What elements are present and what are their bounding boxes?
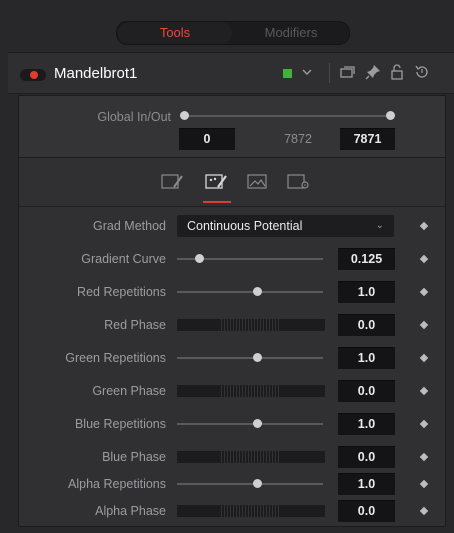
chevron-down-icon: ⌄ — [375, 220, 384, 231]
grad-method-value: Continuous Potential — [187, 219, 303, 233]
alpha-repetitions-slider-handle[interactable] — [253, 479, 263, 488]
red-repetitions-label: Red Repetitions — [77, 285, 166, 299]
red-repetitions-field[interactable]: 1.0 — [338, 281, 395, 303]
controls-section: Grad Method Continuous Potential ⌄ Gradi… — [18, 157, 446, 527]
global-inout-section: Global In/Out 0 7872 7871 — [18, 95, 446, 159]
green-repetitions-label: Green Repetitions — [65, 351, 166, 365]
tab-tools[interactable]: Tools — [118, 22, 232, 44]
tools-modifiers-switch: Tools Modifiers — [116, 21, 350, 45]
global-inout-end-handle[interactable] — [386, 111, 395, 120]
keyframe-diamond-icon[interactable] — [419, 419, 429, 429]
global-inout-duration: 7872 — [284, 132, 312, 146]
alpha-phase-field[interactable]: 0.0 — [338, 500, 395, 522]
alpha-phase-label: Alpha Phase — [95, 504, 166, 518]
reset-icon[interactable] — [413, 63, 431, 81]
color-tab-icon[interactable] — [203, 170, 231, 194]
gradient-curve-label: Gradient Curve — [81, 252, 166, 266]
blue-repetitions-slider[interactable] — [177, 423, 323, 425]
gradient-curve-slider-handle[interactable] — [194, 254, 204, 263]
header-divider — [329, 63, 330, 83]
keyframe-diamond-icon[interactable] — [419, 452, 429, 462]
keyframe-diamond-icon[interactable] — [419, 287, 429, 297]
blue-phase-field[interactable]: 0.0 — [338, 446, 395, 468]
alpha-repetitions-field[interactable]: 1.0 — [338, 473, 395, 495]
keyframe-diamond-icon[interactable] — [419, 254, 429, 264]
global-out-field[interactable]: 7871 — [340, 128, 395, 150]
active-tab-indicator — [203, 201, 231, 203]
grad-method-dropdown[interactable]: Continuous Potential ⌄ — [177, 215, 394, 237]
green-phase-label: Green Phase — [92, 384, 166, 398]
global-inout-range-slider[interactable] — [185, 115, 391, 117]
grad-method-label: Grad Method — [93, 219, 166, 233]
blue-phase-thumbwheel-grip[interactable] — [177, 451, 325, 463]
green-repetitions-row: Green Repetitions 1.0 — [19, 344, 445, 372]
lock-icon[interactable] — [388, 63, 406, 81]
blue-phase-label: Blue Phase — [102, 450, 166, 464]
settings-tab-icon[interactable] — [285, 170, 313, 194]
controls-tab-icon[interactable] — [159, 170, 187, 194]
toggle-icon — [30, 71, 38, 79]
keyframe-diamond-icon[interactable] — [419, 221, 429, 231]
red-repetitions-slider-handle[interactable] — [253, 287, 263, 296]
green-phase-field[interactable]: 0.0 — [338, 380, 395, 402]
color-swatch-icon[interactable] — [283, 69, 292, 78]
blue-repetitions-row: Blue Repetitions 1.0 — [19, 410, 445, 438]
green-phase-row: Green Phase 0.0 — [19, 377, 445, 405]
blue-repetitions-label: Blue Repetitions — [74, 417, 166, 431]
tab-modifiers[interactable]: Modifiers — [235, 22, 347, 44]
alpha-repetitions-row: Alpha Repetitions 1.0 — [19, 470, 445, 498]
keyframe-diamond-icon[interactable] — [419, 506, 429, 516]
red-phase-label: Red Phase — [104, 318, 166, 332]
alpha-phase-thumbwheel-grip[interactable] — [177, 505, 325, 517]
gradient-curve-row: Gradient Curve 0.125 — [19, 245, 445, 273]
control-tab-bar — [19, 158, 445, 207]
keyframe-diamond-icon[interactable] — [419, 320, 429, 330]
red-phase-row: Red Phase 0.0 — [19, 311, 445, 339]
red-phase-thumbwheel-grip[interactable] — [177, 319, 325, 331]
tool-name: Mandelbrot1 — [54, 65, 138, 82]
pin-icon[interactable] — [364, 63, 382, 81]
blue-repetitions-slider-handle[interactable] — [253, 419, 263, 428]
alpha-phase-row: Alpha Phase 0.0 — [19, 497, 445, 525]
red-repetitions-slider[interactable] — [177, 291, 323, 293]
global-in-field[interactable]: 0 — [179, 128, 235, 150]
green-repetitions-field[interactable]: 1.0 — [338, 347, 395, 369]
global-inout-start-handle[interactable] — [180, 111, 189, 120]
keyframe-diamond-icon[interactable] — [419, 479, 429, 489]
green-repetitions-slider[interactable] — [177, 357, 323, 359]
red-phase-field[interactable]: 0.0 — [338, 314, 395, 336]
top-tab-bar: Tools Modifiers — [0, 0, 454, 52]
keyframe-diamond-icon[interactable] — [419, 386, 429, 396]
window-icon[interactable] — [338, 63, 356, 81]
keyframe-diamond-icon[interactable] — [419, 353, 429, 363]
tool-enable-toggle[interactable] — [20, 69, 46, 81]
alpha-repetitions-slider[interactable] — [177, 483, 323, 485]
gradient-curve-field[interactable]: 0.125 — [338, 248, 395, 270]
blue-repetitions-field[interactable]: 1.0 — [338, 413, 395, 435]
alpha-repetitions-label: Alpha Repetitions — [68, 477, 166, 491]
tool-header: Mandelbrot1 — [8, 52, 454, 94]
blue-phase-row: Blue Phase 0.0 — [19, 443, 445, 471]
red-repetitions-row: Red Repetitions 1.0 — [19, 278, 445, 306]
chevron-down-icon[interactable] — [298, 63, 316, 81]
global-inout-label: Global In/Out — [97, 110, 171, 124]
green-repetitions-slider-handle[interactable] — [253, 353, 263, 362]
image-tab-icon[interactable] — [244, 170, 272, 194]
green-phase-thumbwheel-grip[interactable] — [177, 385, 325, 397]
grad-method-row: Grad Method Continuous Potential ⌄ — [19, 212, 445, 240]
